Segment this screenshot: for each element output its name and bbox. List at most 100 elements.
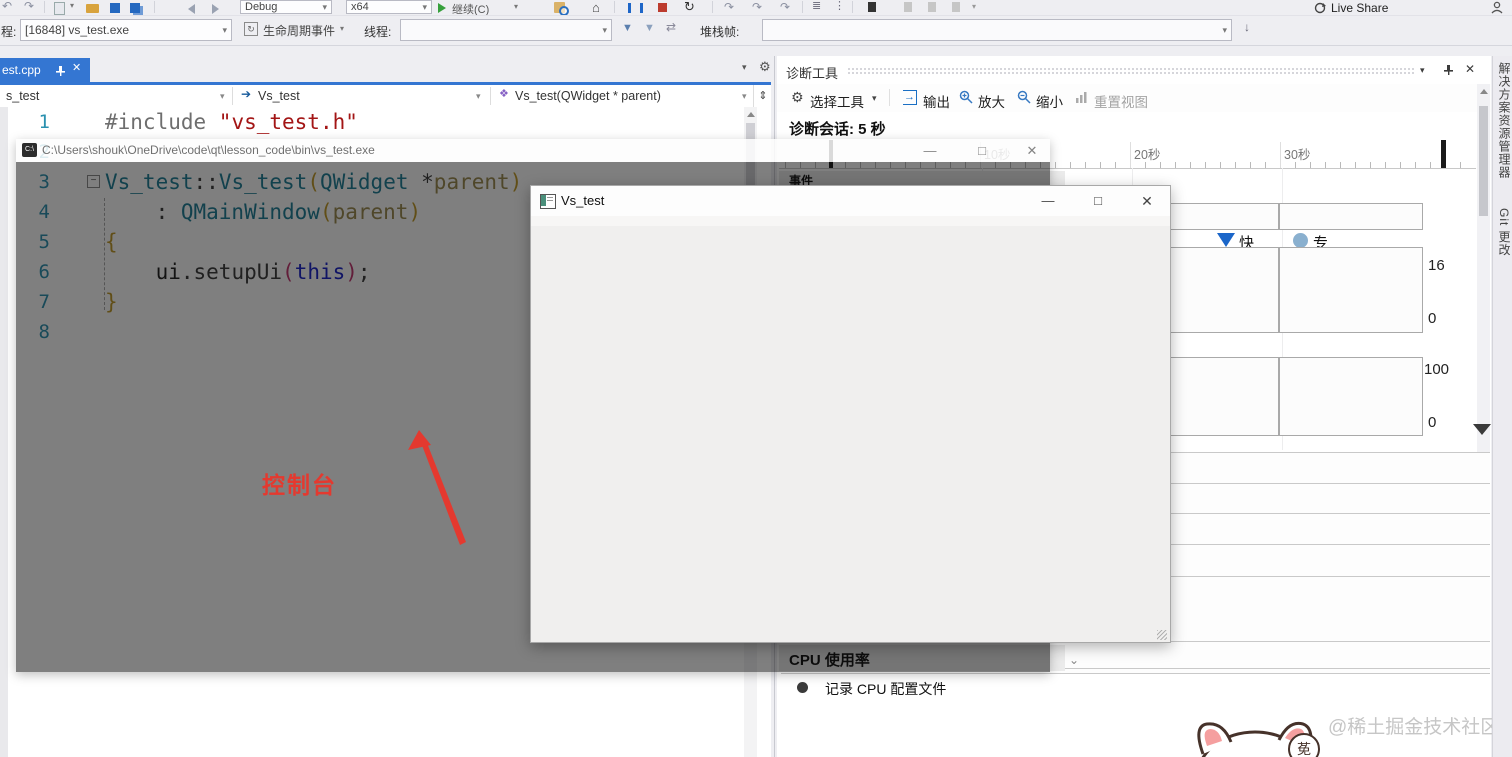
qt-resize-grip[interactable]: [1157, 630, 1167, 640]
output-arrow-icon: →: [903, 90, 917, 105]
toolbar-divider: [889, 89, 890, 106]
tick-label-30s: 30秒: [1284, 148, 1311, 162]
select-tool-button[interactable]: 选择工具: [810, 91, 864, 111]
paste-icon[interactable]: [54, 2, 65, 15]
pin-icon[interactable]: [1443, 64, 1453, 76]
breadcrumb-type[interactable]: Vs_test: [258, 89, 300, 103]
nav-back-icon[interactable]: [188, 4, 195, 14]
bookmark-clear-icon[interactable]: [952, 2, 960, 12]
method-icon: ❖: [499, 88, 509, 100]
console-close-button[interactable]: ✕: [1010, 139, 1054, 162]
panel-scrollbar[interactable]: [1477, 84, 1490, 454]
qt-close-button[interactable]: ✕: [1125, 186, 1169, 216]
ruler-tick: [1205, 162, 1206, 168]
tab-solution-explorer[interactable]: 解决方案资源管理器: [1496, 62, 1512, 179]
home-icon[interactable]: ⌂: [592, 1, 600, 14]
step-over-icon[interactable]: ↷: [752, 1, 762, 13]
breadcrumb-scope-caret-icon[interactable]: ▾: [220, 92, 225, 101]
ruler-tick: [1430, 162, 1431, 168]
lifecycle-icon: ↻: [244, 22, 258, 36]
reset-view-button[interactable]: 重置视图: [1094, 91, 1148, 111]
stack-frame-select[interactable]: ▾: [762, 19, 1232, 41]
breadcrumb-member[interactable]: Vs_test(QWidget * parent): [515, 89, 661, 103]
qt-minimize-button[interactable]: —: [1026, 186, 1070, 216]
pin-icon[interactable]: [55, 65, 65, 76]
breadcrumb-member-caret-icon[interactable]: ▾: [742, 92, 747, 101]
scroll-down-arrow-icon[interactable]: [1473, 424, 1491, 435]
restart-icon[interactable]: ↻: [684, 0, 695, 13]
step-into-icon[interactable]: ↷: [724, 1, 734, 13]
split-editor-button[interactable]: ⇕: [753, 85, 772, 107]
select-tool-caret-icon[interactable]: ▾: [872, 94, 877, 103]
qt-maximize-button[interactable]: □: [1076, 186, 1120, 216]
qt-titlebar[interactable]: Vs_test — □ ✕: [531, 186, 1170, 216]
tab-git-changes[interactable]: Git 更改: [1496, 208, 1512, 257]
nav-forward-icon[interactable]: [212, 4, 219, 14]
bookmark-icon[interactable]: [868, 2, 876, 12]
tab-close-icon[interactable]: ✕: [72, 63, 81, 74]
scrollbar-thumb[interactable]: [1479, 106, 1488, 216]
platform-select[interactable]: x64 ▾: [346, 0, 432, 14]
panel-close-icon[interactable]: ✕: [1465, 63, 1475, 75]
open-folder-icon[interactable]: [86, 4, 99, 13]
bookmark-next-icon[interactable]: [928, 2, 936, 12]
scroll-up-arrow-icon[interactable]: [747, 112, 755, 117]
filter-off-icon[interactable]: ▼: [644, 23, 655, 34]
find-in-files-icon[interactable]: [554, 2, 569, 15]
swap-threads-icon[interactable]: ⇄: [666, 21, 676, 33]
bookmark-caret-icon[interactable]: ▾: [972, 3, 976, 11]
stack-frame-label: 堆栈帧:: [700, 25, 740, 39]
pause-icon[interactable]: [628, 3, 643, 13]
feedback-person-icon[interactable]: [1490, 1, 1504, 14]
stop-icon[interactable]: [658, 3, 667, 12]
cat-badge: 莬: [1288, 733, 1320, 757]
breadcrumb-scope[interactable]: s_test: [6, 89, 39, 103]
private-bytes-circle-icon: [1293, 233, 1308, 248]
save-icon[interactable]: [110, 3, 120, 13]
filter-icon[interactable]: ▼: [622, 23, 633, 34]
thread-select[interactable]: ▾: [400, 19, 612, 41]
right-tab-strip: 解决方案资源管理器 Git 更改: [1492, 56, 1512, 757]
scroll-up-arrow-icon[interactable]: [1480, 89, 1488, 94]
save-all-icon[interactable]: [130, 3, 140, 13]
code-line: 1 #include "vs_test.h": [0, 107, 752, 137]
output-button[interactable]: 输出: [923, 91, 950, 111]
undo-icon[interactable]: ↶: [2, 0, 12, 12]
session-current-marker: [1441, 140, 1446, 168]
qt-client-area[interactable]: [531, 226, 1170, 642]
memory-axis-max: 16: [1428, 257, 1445, 274]
header-grip-texture: [847, 67, 1415, 75]
paste-caret-icon[interactable]: ▾: [70, 2, 74, 10]
ruler-tick: [1100, 162, 1101, 168]
qt-window[interactable]: Vs_test — □ ✕: [530, 185, 1171, 643]
zoom-in-icon: [959, 90, 973, 104]
redo-icon[interactable]: ↷: [24, 0, 34, 12]
tabbar-caret-icon[interactable]: ▾: [742, 63, 747, 72]
tab-vs-test-cpp[interactable]: est.cpp ✕: [0, 58, 90, 82]
diagnostics-header[interactable]: 诊断工具 ▾ ✕: [777, 58, 1491, 82]
bookmark-prev-icon[interactable]: [904, 2, 912, 12]
process-select[interactable]: [16848] vs_test.exe ▾: [20, 19, 232, 41]
ruler-tick: [1355, 162, 1356, 168]
console-annotation-text: 控制台: [262, 472, 337, 498]
ruler-tick: [1280, 142, 1281, 168]
editor-settings-gear-icon[interactable]: ⚙: [759, 60, 771, 73]
console-maximize-button[interactable]: □: [960, 139, 1004, 162]
ruler-tick: [1385, 162, 1386, 168]
debug-config-select[interactable]: Debug ▾: [240, 0, 332, 14]
more-options-icon[interactable]: ⋮: [834, 1, 845, 12]
code-map-icon[interactable]: ≣: [812, 1, 821, 12]
console-titlebar[interactable]: C:\ C:\Users\shouk\OneDrive\code\qt\less…: [16, 139, 1050, 162]
console-minimize-button[interactable]: —: [908, 139, 952, 162]
breadcrumb-type-caret-icon[interactable]: ▾: [476, 92, 481, 101]
zoom-in-button[interactable]: 放大: [978, 91, 1005, 111]
live-share-label: Live Share: [1331, 1, 1389, 15]
ruler-tick: [1085, 162, 1086, 168]
step-out-icon[interactable]: ↷: [780, 1, 790, 13]
section-collapse-chevron-icon[interactable]: ⌄: [1069, 654, 1079, 666]
stack-down-icon[interactable]: ↓: [1244, 21, 1250, 33]
thread-label: 线程:: [364, 25, 392, 39]
zoom-out-button[interactable]: 缩小: [1036, 91, 1063, 111]
goto-type-arrow-icon: ➔: [241, 87, 252, 101]
window-position-caret-icon[interactable]: ▾: [1420, 66, 1425, 75]
